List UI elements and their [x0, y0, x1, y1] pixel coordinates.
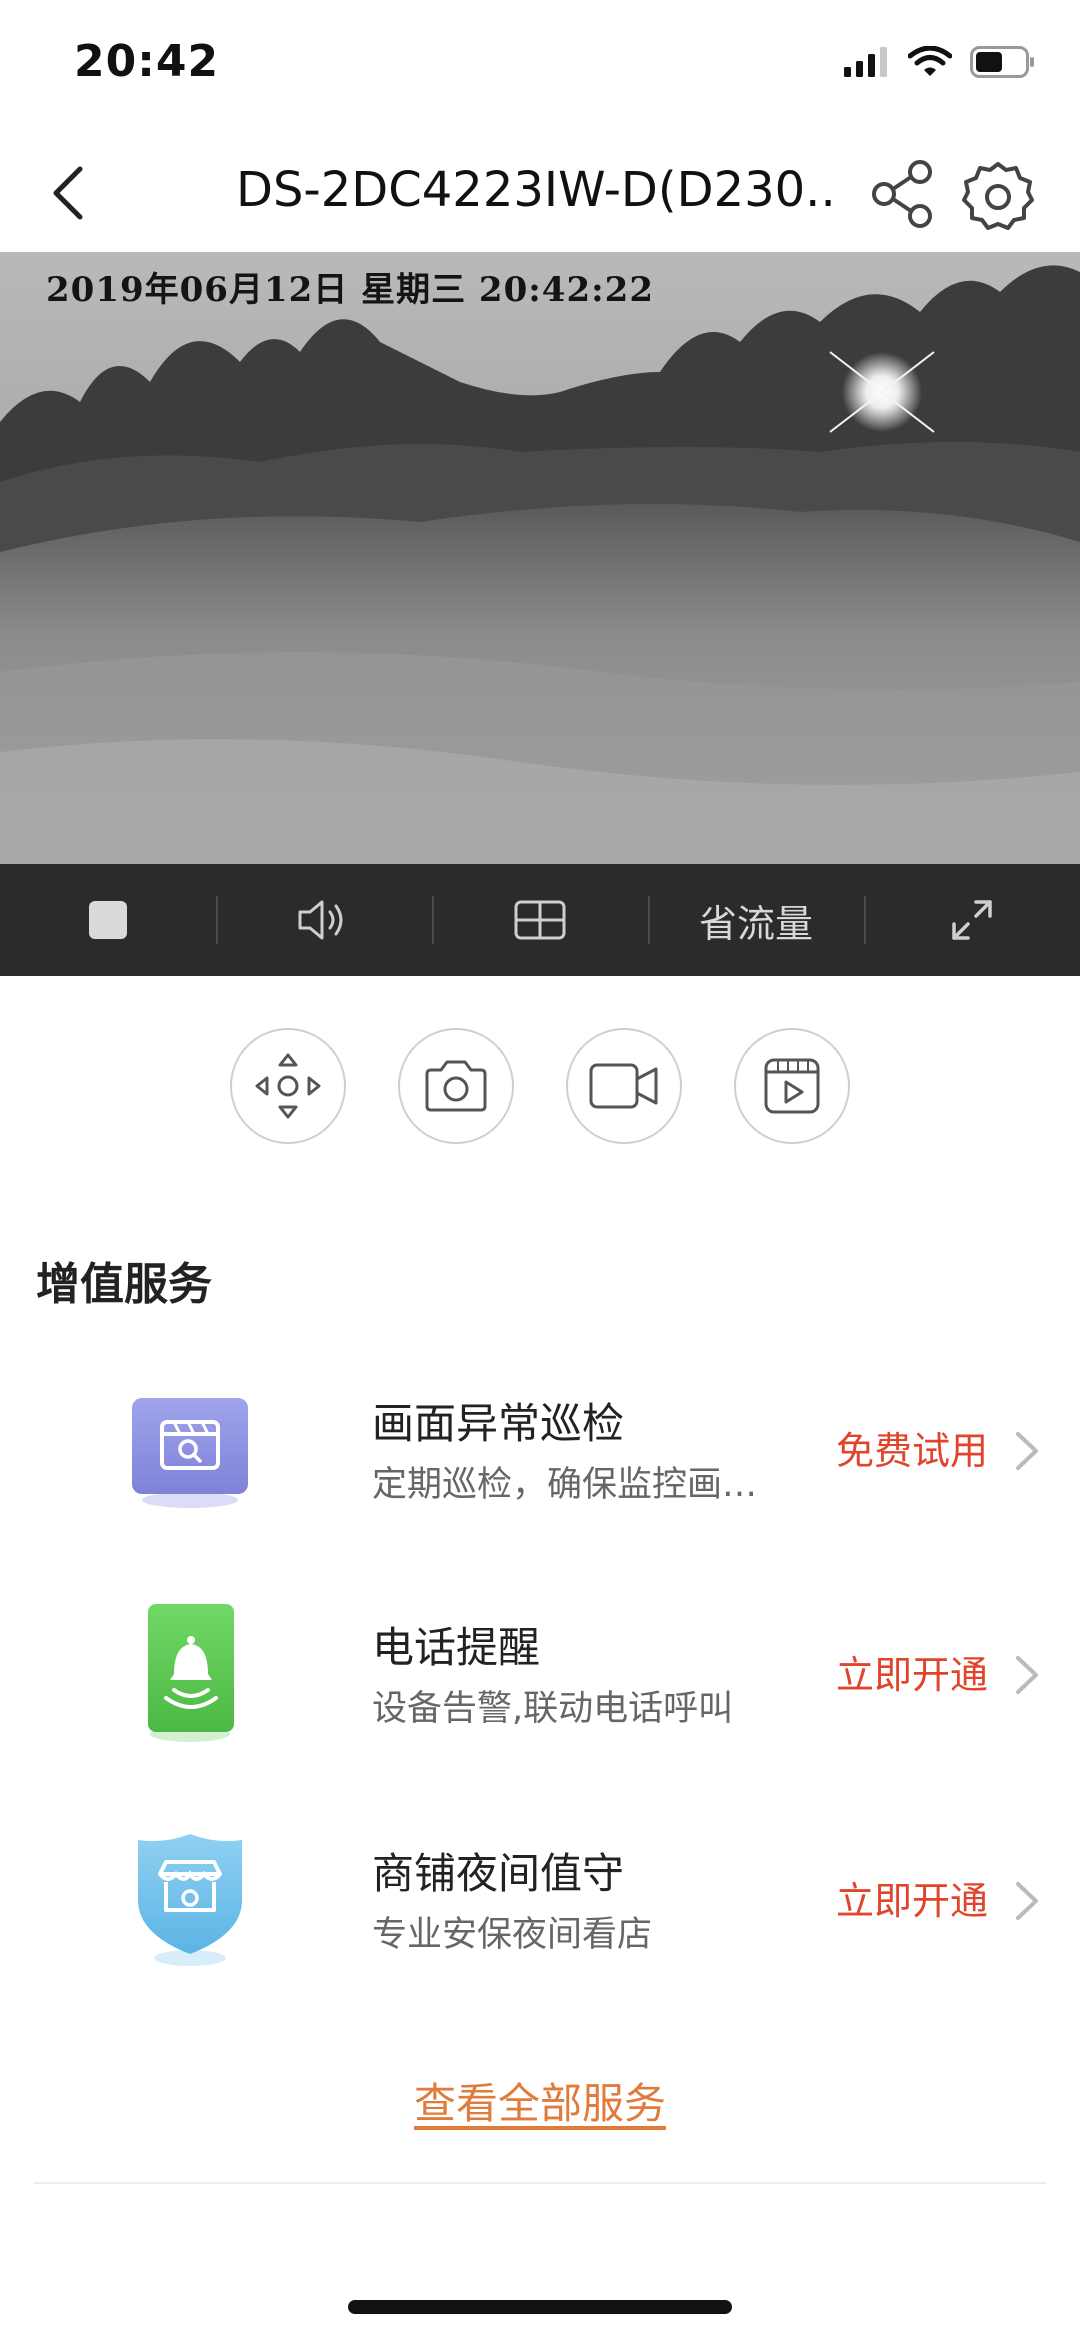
- page-title: DS-2DC4223IW-D(D230...: [236, 162, 836, 218]
- activate-button[interactable]: 立即开通: [836, 1644, 988, 1699]
- service-icon-wrap: [128, 1830, 252, 1970]
- camera-icon: [425, 1060, 487, 1112]
- service-item-phone-alert[interactable]: 电话提醒 设备告警,联动电话呼叫 立即开通: [0, 1594, 1080, 1794]
- split-screen-icon: [514, 900, 566, 940]
- video-record-icon: [589, 1063, 658, 1109]
- sound-button[interactable]: [216, 864, 432, 976]
- video-timestamp: 2019年06月12日 星期三 20:42:22: [46, 270, 654, 310]
- service-desc: 设备告警,联动电话呼叫: [372, 1689, 734, 1729]
- battery-icon: [970, 46, 1034, 78]
- home-indicator[interactable]: [348, 2300, 732, 2314]
- view-all-services-link[interactable]: 查看全部服务: [0, 2070, 1080, 2131]
- chevron-right-icon: [1016, 1432, 1038, 1470]
- service-desc: 专业安保夜间看店: [372, 1915, 653, 1955]
- snapshot-button[interactable]: [398, 1028, 514, 1144]
- service-icon-wrap: [128, 1380, 252, 1520]
- save-traffic-button[interactable]: 省流量: [648, 864, 864, 976]
- split-screen-button[interactable]: [432, 864, 648, 976]
- service-name: 画面异常巡检: [372, 1399, 625, 1448]
- free-trial-button[interactable]: 免费试用: [836, 1420, 988, 1475]
- back-button[interactable]: [38, 158, 98, 228]
- bell-icon: [148, 1604, 234, 1742]
- status-icons: [844, 46, 1036, 78]
- video-player[interactable]: 2019年06月12日 星期三 20:42:22: [0, 252, 1080, 864]
- record-button[interactable]: [566, 1028, 682, 1144]
- service-desc: 定期巡检，确保监控画…: [372, 1465, 758, 1505]
- service-item-night-guard[interactable]: 商铺夜间值守 专业安保夜间看店 立即开通: [0, 1820, 1080, 2020]
- playback-icon: [764, 1058, 820, 1114]
- playback-button[interactable]: [734, 1028, 850, 1144]
- speaker-icon: [298, 900, 343, 940]
- stop-button[interactable]: [0, 864, 216, 976]
- fullscreen-icon: [952, 900, 992, 940]
- chevron-right-icon: [1016, 1656, 1038, 1694]
- save-traffic-label: 省流量: [698, 901, 813, 946]
- action-buttons: [230, 1028, 850, 1144]
- share-icon: [872, 160, 932, 228]
- service-name: 商铺夜间值守: [372, 1849, 625, 1898]
- settings-button[interactable]: [960, 158, 1036, 234]
- stop-icon: [89, 901, 127, 939]
- service-icon-wrap: [128, 1604, 252, 1744]
- section-title-services: 增值服务: [36, 1259, 212, 1310]
- inspection-icon: [132, 1398, 248, 1508]
- player-control-bar: 省流量: [0, 864, 1080, 976]
- share-button[interactable]: [868, 158, 940, 230]
- ptz-button[interactable]: [230, 1028, 346, 1144]
- wifi-icon: [908, 46, 952, 76]
- nav-bar: DS-2DC4223IW-D(D230...: [0, 132, 1080, 252]
- service-name: 电话提醒: [372, 1623, 541, 1672]
- settings-icon: [962, 162, 1034, 230]
- shop-shield-icon: [138, 1834, 242, 1966]
- video-frame: [0, 252, 1080, 864]
- service-item-inspection[interactable]: 画面异常巡检 定期巡检，确保监控画… 免费试用: [0, 1370, 1080, 1570]
- signal-icon: [844, 47, 887, 77]
- back-icon: [53, 166, 83, 220]
- chevron-right-icon: [1016, 1882, 1038, 1920]
- status-time: 20:42: [74, 36, 220, 87]
- activate-button[interactable]: 立即开通: [836, 1870, 988, 1925]
- fullscreen-button[interactable]: [864, 864, 1080, 976]
- divider: [34, 2182, 1046, 2184]
- ptz-direction-icon: [255, 1053, 321, 1119]
- status-bar: 20:42: [0, 0, 1080, 132]
